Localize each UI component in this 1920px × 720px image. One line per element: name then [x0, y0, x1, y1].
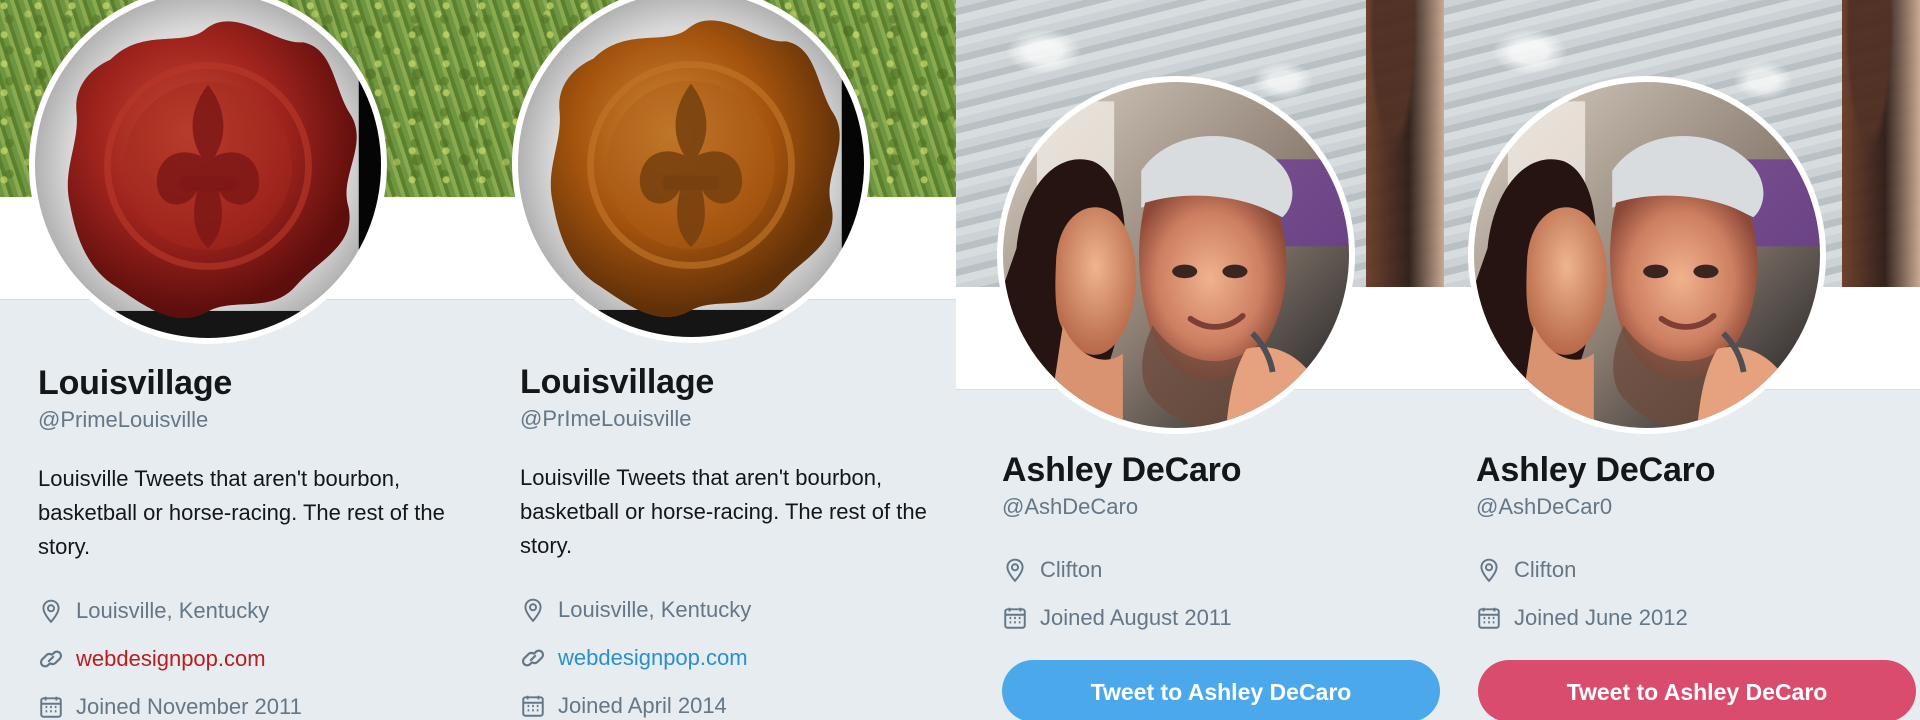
couple-selfie-image	[1003, 82, 1349, 428]
profile-joined-row: Joined November 2011	[38, 683, 460, 720]
profile-avatar-couple-selfie[interactable]	[997, 76, 1355, 434]
profile-avatar-couple-selfie[interactable]	[1468, 76, 1826, 434]
couple-selfie-image	[1474, 82, 1820, 428]
calendar-icon	[1476, 605, 1502, 631]
profile-joined-date: Joined August 2011	[1040, 605, 1232, 630]
profile-joined-row: Joined August 2011	[1002, 594, 1426, 642]
profile-bio: Louisville Tweets that aren't bourbon, b…	[38, 466, 445, 559]
location-pin-icon	[1002, 557, 1028, 583]
link-icon	[520, 645, 546, 671]
tweet-to-profile-button[interactable]: Tweet to Ashley DeCaro	[1002, 660, 1440, 720]
profile-avatar-red-seal[interactable]	[29, 0, 387, 344]
link-icon	[38, 646, 64, 672]
profile-card-louisvillage-original: Louisvillage @PrimeLouisville Louisville…	[0, 0, 478, 720]
location-pin-icon	[520, 597, 546, 623]
profile-info: Ashley DeCaro @AshDeCaro Clifton Joined …	[1002, 449, 1426, 642]
profile-info: Louisvillage @PrImeLouisville Louisville…	[520, 361, 938, 720]
profile-joined-date: Joined April 2014	[558, 693, 727, 718]
profile-bio: Louisville Tweets that aren't bourbon, b…	[520, 465, 927, 558]
profile-joined-date: Joined November 2011	[76, 694, 302, 719]
orange-wax-seal-image	[518, 0, 864, 337]
profile-joined-row: Joined April 2014	[520, 682, 938, 720]
profile-meta-list: Louisville, Kentucky webdesignpop.com Jo…	[520, 586, 938, 720]
profile-info: Louisvillage @PrimeLouisville Louisville…	[38, 362, 460, 720]
profile-location-row: Clifton	[1002, 546, 1426, 594]
profile-meta-list: Louisville, Kentucky webdesignpop.com Jo…	[38, 587, 460, 720]
profile-location: Clifton	[1514, 557, 1577, 582]
profile-card-louisvillage-copy: Louisvillage @PrImeLouisville Louisville…	[478, 0, 956, 720]
calendar-icon	[38, 694, 64, 720]
location-pin-icon	[1476, 557, 1502, 583]
location-pin-icon	[38, 598, 64, 624]
profile-name: Ashley DeCaro	[1476, 451, 1716, 489]
profile-location-row: Clifton	[1476, 546, 1902, 594]
profile-website-link[interactable]: webdesignpop.com	[76, 646, 266, 672]
banner-hair-photo-edge	[1366, 0, 1444, 287]
profile-info: Ashley DeCaro @AshDeCar0 Clifton Joined …	[1476, 449, 1902, 642]
profile-handle[interactable]: @PrimeLouisville	[38, 406, 460, 434]
profile-location: Louisville, Kentucky	[76, 598, 270, 623]
calendar-icon	[1002, 605, 1028, 631]
profile-name: Louisvillage	[38, 364, 233, 402]
profile-handle[interactable]: @AshDeCar0	[1476, 493, 1902, 521]
banner-hair-photo-edge	[1842, 0, 1920, 287]
profile-joined-date: Joined June 2012	[1514, 605, 1688, 630]
profile-name: Ashley DeCaro	[1002, 451, 1242, 489]
profile-location: Clifton	[1040, 557, 1103, 582]
profile-card-ashley-original: Ashley DeCaro @AshDeCaro Clifton Joined …	[956, 0, 1444, 720]
profile-location-row: Louisville, Kentucky	[520, 586, 938, 634]
profile-card-ashley-copy: Ashley DeCaro @AshDeCar0 Clifton Joined …	[1444, 0, 1920, 720]
red-wax-seal-image	[35, 0, 381, 338]
profile-joined-row: Joined June 2012	[1476, 594, 1902, 642]
profile-meta-list: Clifton Joined August 2011	[1002, 546, 1426, 642]
profile-website-link[interactable]: webdesignpop.com	[558, 645, 748, 671]
profile-handle[interactable]: @PrImeLouisville	[520, 405, 938, 433]
profile-avatar-orange-seal[interactable]	[512, 0, 870, 343]
profile-location-row: Louisville, Kentucky	[38, 587, 460, 635]
profile-location: Louisville, Kentucky	[558, 597, 752, 622]
profile-handle[interactable]: @AshDeCaro	[1002, 493, 1426, 521]
profile-meta-list: Clifton Joined June 2012	[1476, 546, 1902, 642]
profile-website-row: webdesignpop.com	[38, 635, 460, 683]
calendar-icon	[520, 693, 546, 719]
profile-name: Louisvillage	[520, 363, 715, 401]
profile-comparison-strip: Louisvillage @PrimeLouisville Louisville…	[0, 0, 1920, 720]
tweet-to-profile-button[interactable]: Tweet to Ashley DeCaro	[1478, 660, 1916, 720]
profile-website-row: webdesignpop.com	[520, 634, 938, 682]
